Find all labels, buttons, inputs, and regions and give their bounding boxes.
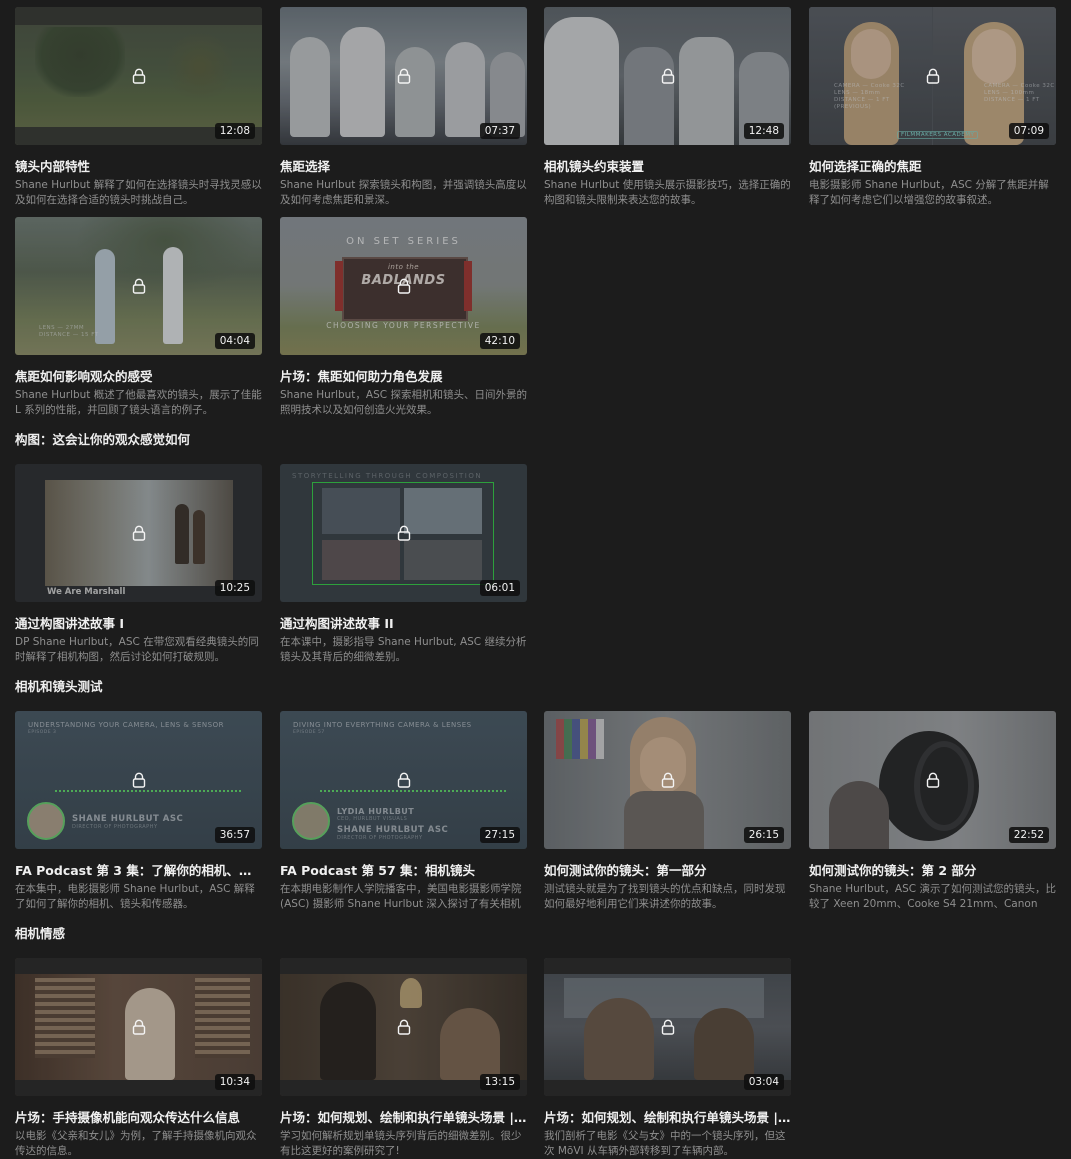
duration-badge: 36:57 — [214, 827, 255, 843]
video-card[interactable]: 12:48 相机镜头约束装置 Shane Hurlbut 使用镜头展示摄影技巧，… — [544, 7, 791, 208]
video-thumbnail[interactable]: 22:52 — [809, 711, 1056, 849]
video-thumbnail[interactable]: 26:15 — [544, 711, 791, 849]
video-thumbnail[interactable]: ON SET SERIES into the BADLANDS CHOOSING… — [280, 217, 527, 355]
duration-badge: 26:15 — [743, 827, 784, 843]
video-card[interactable]: 03:04 片场：如何规划、绘制和执行单镜头场景 | 第二部分 我们剖析了电影《… — [544, 958, 791, 1159]
video-description: 以电影《父亲和女儿》为例，了解手持摄像机向观众传达的信息。 — [15, 1130, 257, 1157]
video-card[interactable]: LENS — 27MM DISTANCE — 15 FT 04:04 焦距如何影… — [15, 217, 262, 418]
section-heading-composition: 构图：这会让你的观众感觉如何 — [15, 432, 191, 447]
lock-icon — [132, 278, 145, 294]
video-title[interactable]: 焦距如何影响观众的感受 — [15, 366, 262, 385]
lock-icon — [132, 1019, 145, 1035]
video-title[interactable]: 片场：如何规划、绘制和执行单镜头场景 | 第一部分 — [280, 1107, 527, 1126]
duration-badge: 13:15 — [479, 1074, 520, 1090]
video-card[interactable]: We Are Marshall 10:25 通过构图讲述故事 I DP Shan… — [15, 464, 262, 665]
video-thumbnail[interactable]: 13:15 — [280, 958, 527, 1096]
video-description: 电影摄影师 Shane Hurlbut，ASC 分解了焦距并解释了如何考虑它们以… — [809, 179, 1049, 206]
video-thumbnail[interactable]: 12:08 — [15, 7, 262, 145]
video-description: Shane Hurlbut 使用镜头展示摄影技巧，选择正确的构图和镜头限制来表达… — [544, 179, 791, 206]
video-title[interactable]: 焦距选择 — [280, 156, 527, 175]
video-description: 我们剖析了电影《父与女》中的一个镜头序列，但这次 MōVI 从车辆外部转移到了车… — [544, 1130, 786, 1157]
video-card[interactable]: 07:37 焦距选择 Shane Hurlbut 探索镜头和构图，并强调镜头高度… — [280, 7, 527, 208]
video-title[interactable]: FA Podcast 第 3 集：了解你的相机、镜头和传感器 — [15, 860, 262, 879]
lock-icon — [661, 772, 674, 788]
video-card[interactable]: 10:34 片场：手持摄像机能向观众传达什么信息 以电影《父亲和女儿》为例，了解… — [15, 958, 262, 1159]
duration-badge: 12:48 — [743, 123, 784, 139]
video-title[interactable]: 如何选择正确的焦距 — [809, 156, 1056, 175]
video-title[interactable]: 片场：手持摄像机能向观众传达什么信息 — [15, 1107, 262, 1126]
section-heading-camera-emotion: 相机情感 — [15, 926, 66, 941]
lock-icon — [397, 1019, 410, 1035]
duration-badge: 03:04 — [743, 1074, 784, 1090]
lock-icon — [132, 772, 145, 788]
section-heading-camera-lens-tests: 相机和镜头测试 — [15, 679, 103, 694]
video-card[interactable]: 22:52 如何测试你的镜头：第 2 部分 Shane Hurlbut，ASC … — [809, 711, 1056, 912]
video-description: 在本期电影制作人学院播客中，美国电影摄影师学院 (ASC) 摄影师 Shane … — [280, 883, 522, 910]
duration-badge: 07:09 — [1008, 123, 1049, 139]
lock-icon — [397, 68, 410, 84]
duration-badge: 04:04 — [214, 333, 255, 349]
video-thumbnail[interactable]: 10:34 — [15, 958, 262, 1096]
video-description: 在本集中，电影摄影师 Shane Hurlbut，ASC 解释了如何了解你的相机… — [15, 883, 255, 910]
video-description: Shane Hurlbut 解释了如何在选择镜头时寻找灵感以及如何在选择合适的镜… — [15, 179, 262, 206]
video-thumbnail[interactable]: 07:37 — [280, 7, 527, 145]
video-description: 在本课中，摄影指导 Shane Hurlbut, ASC 继续分析镜头及其背后的… — [280, 636, 527, 663]
video-description: Shane Hurlbut 概述了他最喜欢的镜头，展示了佳能 L 系列的性能，并… — [15, 389, 262, 416]
lock-icon — [397, 772, 410, 788]
video-title[interactable]: 如何测试你的镜头：第 2 部分 — [809, 860, 1056, 879]
video-title[interactable]: FA Podcast 第 57 集：相机镜头 — [280, 860, 527, 879]
lock-icon — [926, 772, 939, 788]
video-card[interactable]: ON SET SERIES into the BADLANDS CHOOSING… — [280, 217, 527, 418]
video-thumbnail[interactable]: UNDERSTANDING YOUR CAMERA, LENS & SENSOR… — [15, 711, 262, 849]
duration-badge: 06:01 — [479, 580, 520, 596]
duration-badge: 12:08 — [214, 123, 255, 139]
video-description: Shane Hurlbut，ASC 探索相机和镜头、日间外景的照明技术以及如何创… — [280, 389, 527, 416]
lock-icon — [132, 68, 145, 84]
video-description: Shane Hurlbut 探索镜头和构图，并强调镜头高度以及如何考虑焦距和景深… — [280, 179, 527, 206]
video-title[interactable]: 镜头内部特性 — [15, 156, 262, 175]
video-thumbnail[interactable]: STORYTELLING THROUGH COMPOSITION 06:01 — [280, 464, 527, 602]
video-card[interactable]: 26:15 如何测试你的镜头：第一部分 测试镜头就是为了找到镜头的优点和缺点，同… — [544, 711, 791, 912]
video-description: DP Shane Hurlbut，ASC 在带您观看经典镜头的同时解释了相机构图… — [15, 636, 259, 663]
video-description: 测试镜头就是为了找到镜头的优点和缺点，同时发现如何最好地利用它们来讲述你的故事。 — [544, 883, 786, 910]
video-description: 学习如何解析规划单镜头序列背后的细微差别。很少有比这更好的案例研究了! — [280, 1130, 522, 1157]
video-title[interactable]: 片场：焦距如何助力角色发展 — [280, 366, 527, 385]
video-thumbnail[interactable]: CAMERA — Cooke 32C LENS — 18mm DISTANCE … — [809, 7, 1056, 145]
video-title[interactable]: 通过构图讲述故事 I — [15, 613, 262, 632]
lock-icon — [397, 278, 410, 294]
video-thumbnail[interactable]: 03:04 — [544, 958, 791, 1096]
video-thumbnail[interactable]: 12:48 — [544, 7, 791, 145]
video-thumbnail[interactable]: LENS — 27MM DISTANCE — 15 FT 04:04 — [15, 217, 262, 355]
video-title[interactable]: 片场：如何规划、绘制和执行单镜头场景 | 第二部分 — [544, 1107, 791, 1126]
video-thumbnail[interactable]: We Are Marshall 10:25 — [15, 464, 262, 602]
video-card[interactable]: 13:15 片场：如何规划、绘制和执行单镜头场景 | 第一部分 学习如何解析规划… — [280, 958, 527, 1159]
duration-badge: 27:15 — [479, 827, 520, 843]
video-card[interactable]: UNDERSTANDING YOUR CAMERA, LENS & SENSOR… — [15, 711, 262, 912]
video-card[interactable]: CAMERA — Cooke 32C LENS — 18mm DISTANCE … — [809, 7, 1056, 208]
video-title[interactable]: 通过构图讲述故事 II — [280, 613, 527, 632]
lock-icon — [661, 68, 674, 84]
video-card[interactable]: 12:08 镜头内部特性 Shane Hurlbut 解释了如何在选择镜头时寻找… — [15, 7, 262, 208]
lock-icon — [397, 525, 410, 541]
video-title[interactable]: 如何测试你的镜头：第一部分 — [544, 860, 791, 879]
lock-icon — [661, 1019, 674, 1035]
video-card[interactable]: STORYTELLING THROUGH COMPOSITION 06:01 通… — [280, 464, 527, 665]
video-card[interactable]: DIVING INTO EVERYTHING CAMERA & LENSES E… — [280, 711, 527, 912]
duration-badge: 07:37 — [479, 123, 520, 139]
duration-badge: 22:52 — [1008, 827, 1049, 843]
video-thumbnail[interactable]: DIVING INTO EVERYTHING CAMERA & LENSES E… — [280, 711, 527, 849]
lock-icon — [926, 68, 939, 84]
duration-badge: 10:25 — [214, 580, 255, 596]
video-description: Shane Hurlbut，ASC 演示了如何测试您的镜头，比较了 Xeen 2… — [809, 883, 1056, 910]
lock-icon — [132, 525, 145, 541]
video-title[interactable]: 相机镜头约束装置 — [544, 156, 791, 175]
duration-badge: 10:34 — [214, 1074, 255, 1090]
duration-badge: 42:10 — [479, 333, 520, 349]
